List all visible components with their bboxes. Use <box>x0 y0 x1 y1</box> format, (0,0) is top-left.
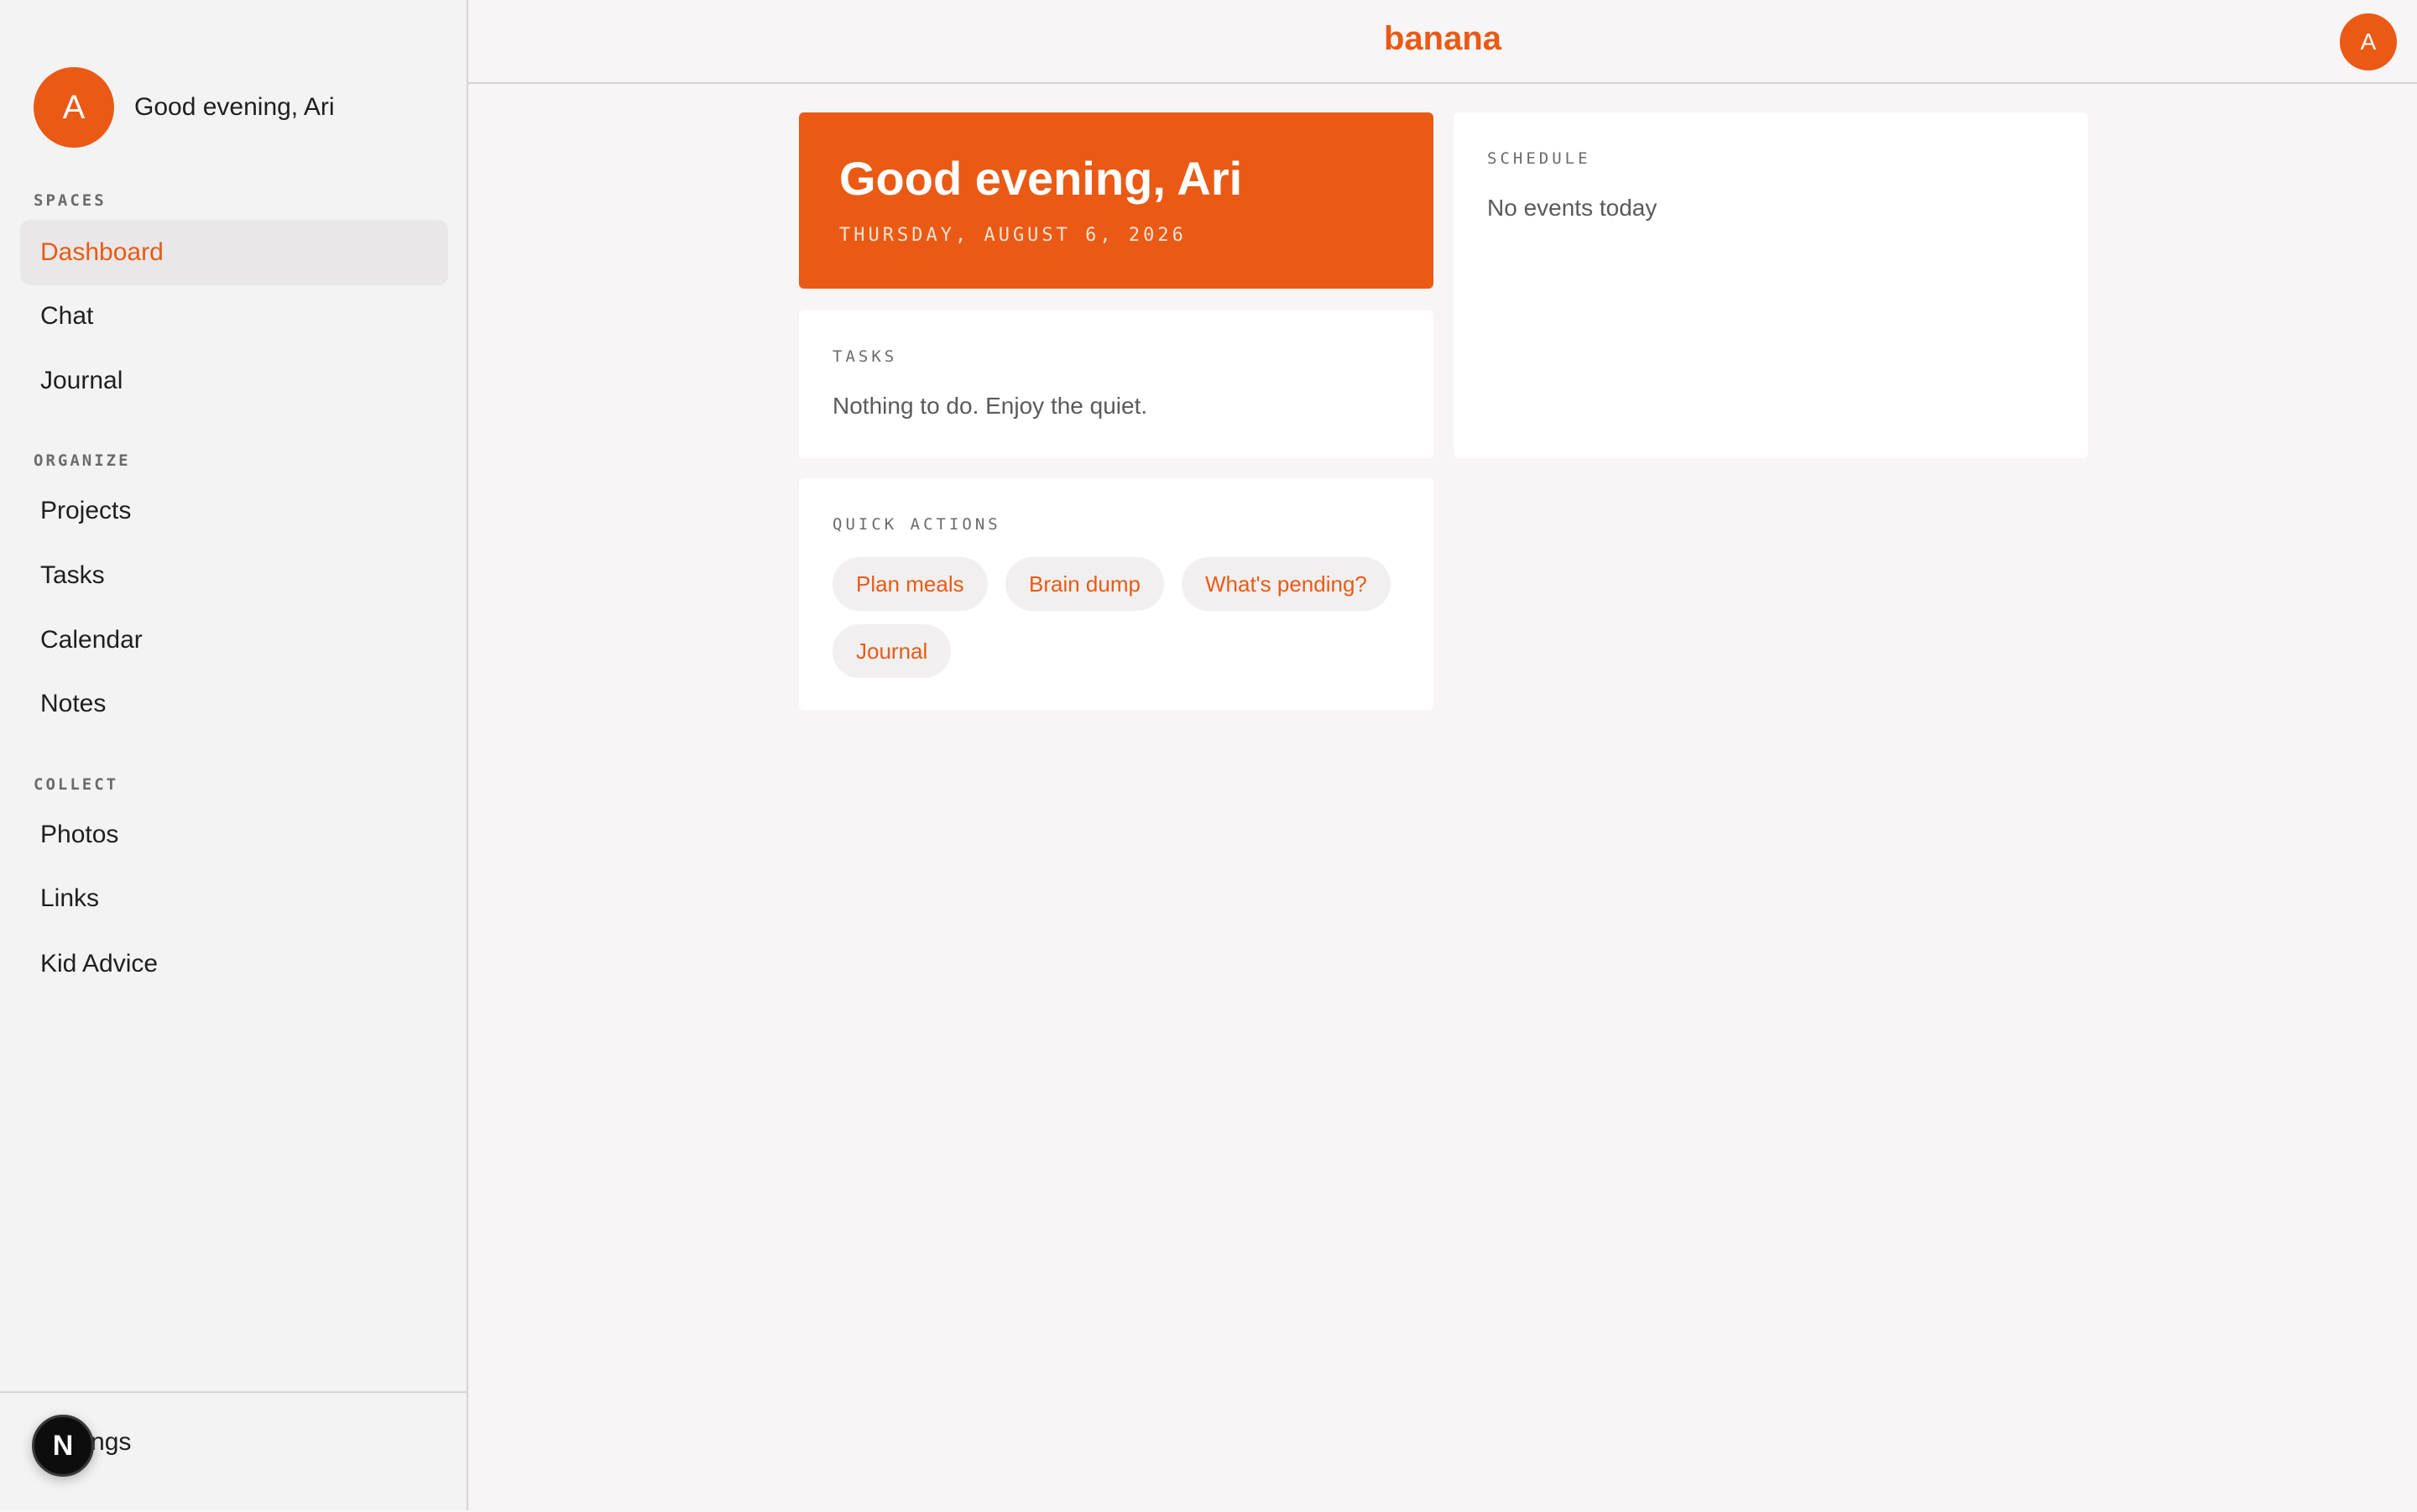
hero-title: Good evening, Ari <box>839 152 1243 205</box>
sidebar-item-notes[interactable]: Notes <box>20 671 448 737</box>
brand-logo[interactable]: banana <box>468 20 2417 58</box>
sidebar-item-kid-advice[interactable]: Kid Advice <box>20 931 448 997</box>
top-header: banana A <box>468 0 2417 84</box>
quick-action-journal[interactable]: Journal <box>833 624 952 678</box>
quick-action-brain-dump[interactable]: Brain dump <box>1005 557 1164 611</box>
sidebar: A Good evening, Ari SPACES Dashboard Cha… <box>0 0 468 1510</box>
nextjs-icon[interactable]: N <box>32 1415 94 1477</box>
quick-action-whats-pending[interactable]: What's pending? <box>1182 557 1391 611</box>
greeting-label: Good evening, Ari <box>134 93 335 121</box>
sidebar-item-journal[interactable]: Journal <box>20 348 448 414</box>
sidebar-item-tasks[interactable]: Tasks <box>20 543 448 608</box>
hero-date: THURSDAY, AUGUST 6, 2026 <box>839 225 1187 246</box>
sidebar-item-links[interactable]: Links <box>20 866 448 931</box>
quick-actions-card: QUICK ACTIONS Plan meals Brain dump What… <box>799 478 1433 710</box>
greeting-hero-card: Good evening, Ari THURSDAY, AUGUST 6, 20… <box>799 112 1433 289</box>
tasks-empty-text: Nothing to do. Enjoy the quiet. <box>833 393 1148 419</box>
section-label-spaces: SPACES <box>34 191 107 210</box>
tasks-card: TASKS Nothing to do. Enjoy the quiet. <box>799 310 1433 458</box>
quick-actions-label: QUICK ACTIONS <box>833 515 1001 534</box>
sidebar-profile[interactable]: A Good evening, Ari <box>34 67 335 148</box>
sidebar-item-chat[interactable]: Chat <box>20 284 448 349</box>
schedule-card-label: SCHEDULE <box>1487 149 1591 168</box>
sidebar-item-calendar[interactable]: Calendar <box>20 607 448 673</box>
quick-action-plan-meals[interactable]: Plan meals <box>833 557 988 611</box>
schedule-card: SCHEDULE No events today <box>1454 112 2088 458</box>
sidebar-item-dashboard[interactable]: Dashboard <box>20 220 448 285</box>
sidebar-footer: Settings N <box>0 1391 467 1512</box>
tasks-card-label: TASKS <box>833 347 898 366</box>
avatar[interactable]: A <box>34 67 114 148</box>
user-avatar-button[interactable]: A <box>2340 13 2397 70</box>
sidebar-item-projects[interactable]: Projects <box>20 478 448 544</box>
schedule-empty-text: No events today <box>1487 195 1657 221</box>
section-label-organize: ORGANIZE <box>34 451 131 470</box>
section-label-collect: COLLECT <box>34 775 119 794</box>
sidebar-item-photos[interactable]: Photos <box>20 802 448 868</box>
